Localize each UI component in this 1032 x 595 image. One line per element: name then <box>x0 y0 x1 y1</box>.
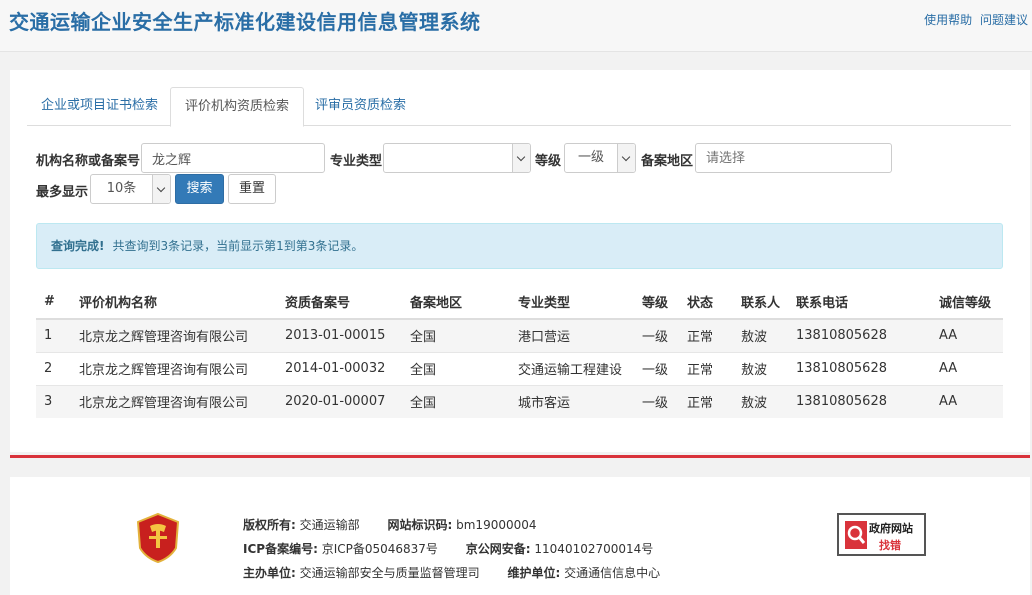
specialty-select[interactable] <box>383 143 531 173</box>
host-label: 主办单位: <box>243 566 296 580</box>
col-phone: 联系电话 <box>788 285 932 320</box>
reset-button[interactable]: 重置 <box>228 174 276 204</box>
specialty-label: 专业类型 <box>330 154 383 169</box>
max-display-value: 10条 <box>106 181 137 196</box>
footer-divider <box>10 455 1030 458</box>
host-value: 交通运输部安全与质量监督管理司 <box>299 566 480 580</box>
cell-agency-name: 北京龙之辉管理咨询有限公司 <box>71 318 277 352</box>
maintainer-value: 交通通信信息中心 <box>564 566 661 580</box>
feedback-link[interactable]: 问题建议 <box>980 13 1028 27</box>
cell-region: 全国 <box>402 318 510 352</box>
cell-index: 2 <box>36 351 71 385</box>
cell-credit-level: AA <box>931 351 1003 385</box>
tab-enterprise-certificate[interactable]: 企业或项目证书检索 <box>27 87 172 126</box>
col-contact: 联系人 <box>733 285 789 320</box>
cell-contact: 敖波 <box>733 351 789 385</box>
col-agency-name: 评价机构名称 <box>71 285 277 320</box>
cell-phone: 13810805628 <box>788 318 932 352</box>
cell-index: 1 <box>36 318 71 352</box>
col-region: 备案地区 <box>402 285 510 320</box>
chevron-down-icon <box>512 144 530 172</box>
cell-credit-level: AA <box>931 318 1003 352</box>
cell-record-no: 2013-01-00015 <box>277 318 402 352</box>
chevron-down-icon <box>152 175 170 203</box>
cell-status: 正常 <box>679 384 733 418</box>
help-link[interactable]: 使用帮助 <box>924 13 972 27</box>
site-id-label: 网站标识码: <box>387 518 453 532</box>
org-label: 机构名称或备案号 <box>36 154 141 169</box>
search-button[interactable]: 搜索 <box>175 174 224 204</box>
level-select[interactable]: 一级 <box>564 143 636 173</box>
cell-credit-level: AA <box>931 384 1003 418</box>
top-header: 交通运输企业安全生产标准化建设信用信息管理系统 使用帮助 问题建议 <box>0 0 1032 52</box>
cell-contact: 敖波 <box>733 384 789 418</box>
cell-status: 正常 <box>679 318 733 352</box>
col-record-no: 资质备案号 <box>277 285 402 320</box>
table-row: 2 北京龙之辉管理咨询有限公司 2014-01-00032 全国 交通运输工程建… <box>36 351 1003 385</box>
tab-bar: 企业或项目证书检索 评价机构资质检索 评审员资质检索 <box>27 87 1011 127</box>
chevron-down-icon <box>617 144 635 172</box>
tab-reviewer[interactable]: 评审员资质检索 <box>301 87 420 126</box>
cell-index: 3 <box>36 384 71 418</box>
table-row: 3 北京龙之辉管理咨询有限公司 2020-01-00007 全国 城市客运 一级… <box>36 384 1003 418</box>
col-level: 等级 <box>634 285 679 320</box>
col-index: # <box>36 285 71 320</box>
search-panel: 企业或项目证书检索 评价机构资质检索 评审员资质检索 机构名称或备案号 专业类型… <box>10 70 1030 452</box>
maintainer-label: 维护单位: <box>507 566 561 580</box>
cell-region: 全国 <box>402 384 510 418</box>
icp-label: ICP备案编号: <box>243 542 318 556</box>
gov-badge-subtitle: 找错 <box>879 539 901 552</box>
tab-evaluation-agency[interactable]: 评价机构资质检索 <box>170 87 305 127</box>
gov-badge-title: 政府网站 <box>869 522 913 535</box>
max-display-label: 最多显示 <box>36 185 89 200</box>
max-display-select[interactable]: 10条 <box>90 174 171 204</box>
copyright-value: 交通运输部 <box>299 518 360 532</box>
col-status: 状态 <box>679 285 733 320</box>
magnifier-icon <box>845 521 867 549</box>
copyright-label: 版权所有: <box>243 518 296 532</box>
region-label: 备案地区 <box>641 154 694 169</box>
cell-specialty: 交通运输工程建设 <box>510 351 634 385</box>
cell-level: 一级 <box>634 318 679 352</box>
party-government-emblem-icon[interactable] <box>134 512 182 564</box>
region-input[interactable] <box>695 143 892 173</box>
footer-row-copyright: 版权所有: 交通运输部 网站标识码: bm19000004 <box>243 513 660 537</box>
cell-specialty: 港口营运 <box>510 318 634 352</box>
site-title: 交通运输企业安全生产标准化建设信用信息管理系统 <box>9 10 481 34</box>
footer-row-host: 主办单位: 交通运输部安全与质量监督管理司 维护单位: 交通通信信息中心 <box>243 561 660 585</box>
cell-level: 一级 <box>634 384 679 418</box>
police-record-label: 京公网安备: <box>465 542 531 556</box>
alert-title: 查询完成! <box>51 239 105 253</box>
results-table: # 评价机构名称 资质备案号 备案地区 专业类型 等级 状态 联系人 联系电话 … <box>36 285 1003 418</box>
cell-phone: 13810805628 <box>788 384 932 418</box>
cell-phone: 13810805628 <box>788 351 932 385</box>
col-credit-level: 诚信等级 <box>931 285 1003 320</box>
top-links: 使用帮助 问题建议 <box>920 11 1028 28</box>
result-alert: 查询完成! 共查询到3条记录，当前显示第1到第3条记录。 <box>36 223 1003 269</box>
col-specialty: 专业类型 <box>510 285 634 320</box>
site-id-value: bm19000004 <box>456 518 537 532</box>
police-record-value[interactable]: 11040102700014号 <box>534 542 653 556</box>
icp-value[interactable]: 京ICP备05046837号 <box>322 542 438 556</box>
footer-info: 版权所有: 交通运输部 网站标识码: bm19000004 ICP备案编号: 京… <box>243 513 660 585</box>
org-name-input[interactable] <box>141 143 325 173</box>
cell-agency-name: 北京龙之辉管理咨询有限公司 <box>71 384 277 418</box>
page-footer: 版权所有: 交通运输部 网站标识码: bm19000004 ICP备案编号: 京… <box>10 477 1030 595</box>
footer-row-icp: ICP备案编号: 京ICP备05046837号 京公网安备: 110401027… <box>243 537 660 561</box>
alert-message: 共查询到3条记录，当前显示第1到第3条记录。 <box>112 239 364 253</box>
gov-site-error-report-badge[interactable]: 政府网站 找错 <box>837 513 926 556</box>
cell-record-no: 2020-01-00007 <box>277 384 402 418</box>
cell-region: 全国 <box>402 351 510 385</box>
cell-level: 一级 <box>634 351 679 385</box>
level-label: 等级 <box>535 154 562 169</box>
cell-status: 正常 <box>679 351 733 385</box>
cell-record-no: 2014-01-00032 <box>277 351 402 385</box>
cell-agency-name: 北京龙之辉管理咨询有限公司 <box>71 351 277 385</box>
table-row: 1 北京龙之辉管理咨询有限公司 2013-01-00015 全国 港口营运 一级… <box>36 318 1003 352</box>
cell-specialty: 城市客运 <box>510 384 634 418</box>
level-value: 一级 <box>577 150 604 165</box>
cell-contact: 敖波 <box>733 318 789 352</box>
table-header-row: # 评价机构名称 资质备案号 备案地区 专业类型 等级 状态 联系人 联系电话 … <box>36 285 1003 320</box>
